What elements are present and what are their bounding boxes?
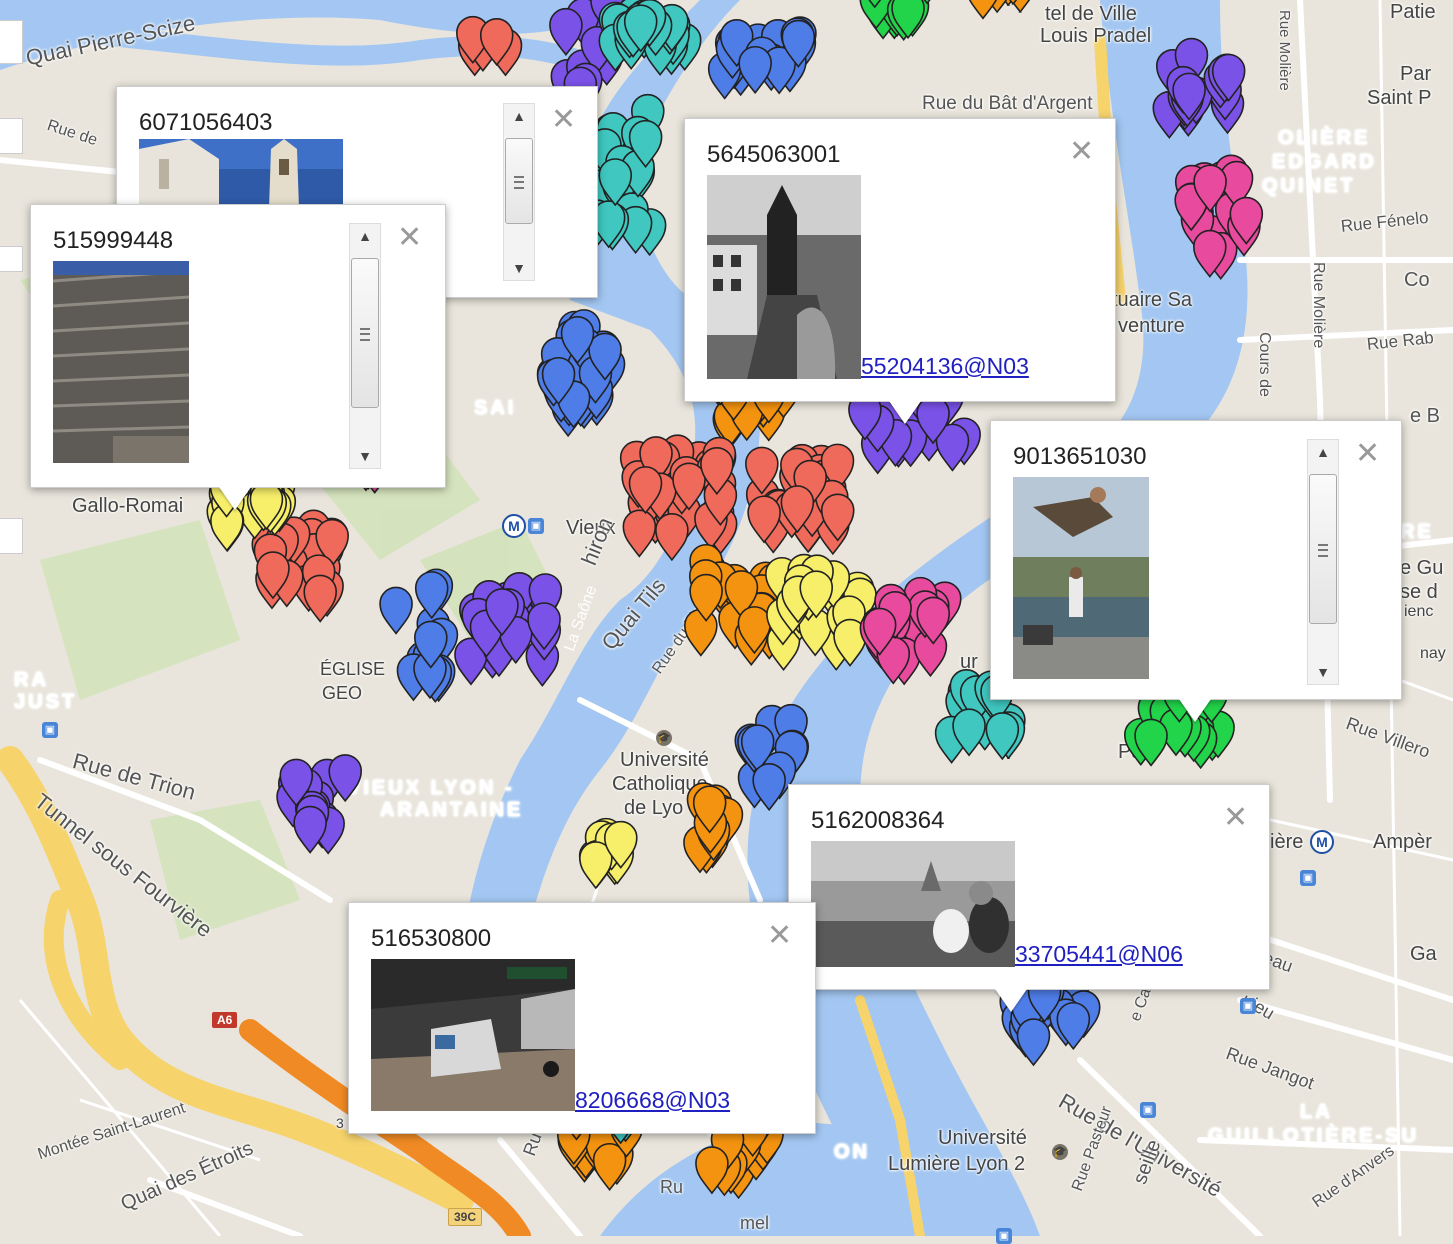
photo-marker[interactable] — [1057, 1003, 1089, 1049]
photo-marker[interactable] — [304, 575, 336, 621]
photo-marker[interactable] — [623, 510, 655, 556]
map-edge-control-top[interactable] — [0, 20, 23, 64]
photo-id: 5645063001 — [707, 141, 840, 169]
photo-owner-link[interactable]: 55204136@N03 — [861, 353, 1029, 380]
close-icon[interactable]: ✕ — [397, 223, 422, 253]
photo-thumbnail[interactable] — [139, 139, 343, 209]
scroll-down-icon[interactable]: ▼ — [350, 446, 380, 466]
close-icon[interactable]: ✕ — [551, 105, 576, 135]
popup-scrollbar[interactable]: ▲ ▼ — [349, 223, 381, 469]
photo-marker[interactable] — [685, 609, 717, 655]
photo-popup[interactable]: 5645063001 55204136@N03 ✕ — [684, 118, 1116, 402]
scroll-down-icon[interactable]: ▼ — [504, 258, 534, 278]
scroll-up-icon[interactable]: ▲ — [1308, 442, 1338, 462]
photo-owner-link[interactable]: 33705441@N06 — [1015, 941, 1183, 968]
photo-thumbnail[interactable] — [371, 959, 575, 1111]
map-edge-control-lower[interactable] — [0, 246, 23, 272]
map-edge-control-mid[interactable] — [0, 118, 23, 154]
photo-thumbnail[interactable] — [707, 175, 861, 379]
popup-scrollbar[interactable]: ▲ ▼ — [503, 103, 535, 281]
photo-id: 9013651030 — [1013, 443, 1146, 471]
close-icon[interactable]: ✕ — [1069, 137, 1094, 167]
photo-marker[interactable] — [594, 1144, 626, 1190]
photo-popup[interactable]: 9013651030 ✕ ▲ ▼ — [990, 420, 1402, 700]
photo-popup[interactable]: 5162008364 33705441@N06 ✕ — [788, 784, 1270, 990]
photo-marker[interactable] — [380, 587, 412, 633]
photo-thumbnail[interactable] — [811, 841, 1015, 967]
photo-marker[interactable] — [550, 9, 582, 55]
photo-thumbnail[interactable] — [1013, 477, 1149, 679]
scroll-up-icon[interactable]: ▲ — [350, 226, 380, 246]
photo-id: 515999448 — [53, 227, 173, 255]
scroll-down-icon[interactable]: ▼ — [1308, 662, 1338, 682]
photo-popup[interactable]: 515999448 ✕ ▲ ▼ — [30, 204, 446, 488]
map-edge-control-bottom[interactable] — [0, 518, 23, 554]
scroll-up-icon[interactable]: ▲ — [504, 106, 534, 126]
photo-marker[interactable] — [656, 514, 688, 560]
close-icon[interactable]: ✕ — [1355, 439, 1380, 469]
photo-marker[interactable] — [1017, 1019, 1049, 1065]
popup-scrollbar[interactable]: ▲ ▼ — [1307, 439, 1339, 685]
photo-id: 5162008364 — [811, 807, 944, 835]
close-icon[interactable]: ✕ — [767, 921, 792, 951]
close-icon[interactable]: ✕ — [1223, 803, 1248, 833]
photo-id: 6071056403 — [139, 109, 272, 137]
photo-thumbnail[interactable] — [53, 261, 189, 463]
photo-owner-link[interactable]: 8206668@N03 — [575, 1087, 730, 1114]
photo-popup[interactable]: 516530800 8206668@N03 ✕ — [348, 902, 816, 1134]
photo-id: 516530800 — [371, 925, 491, 953]
